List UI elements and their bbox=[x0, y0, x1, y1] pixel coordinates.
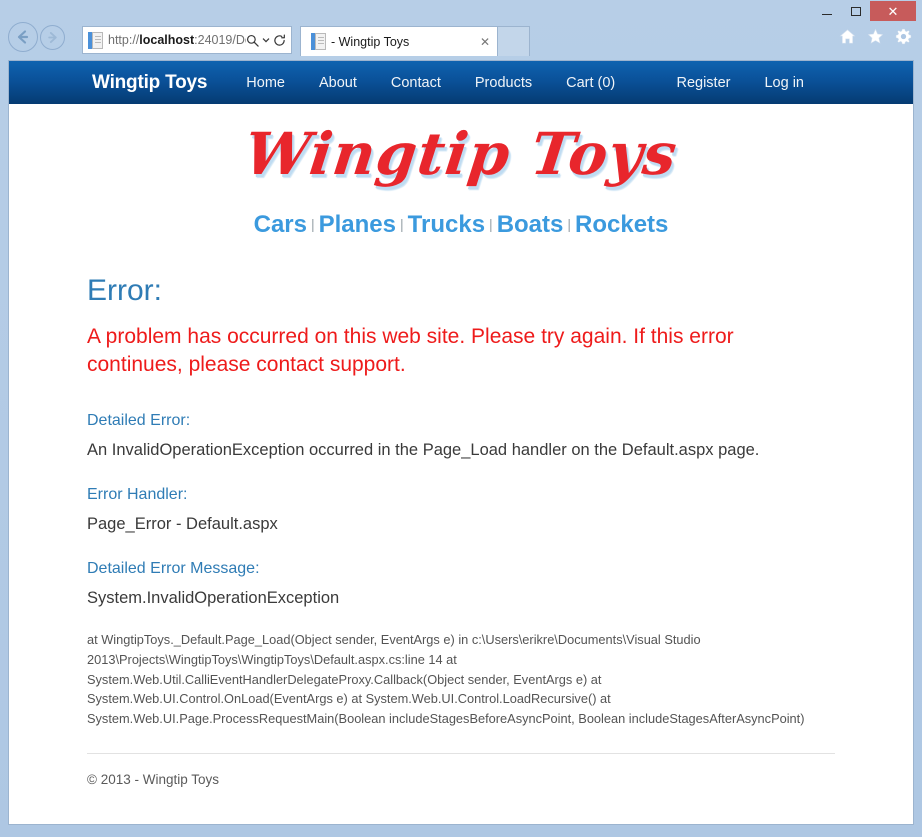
new-tab-button[interactable] bbox=[498, 26, 530, 56]
site-logo-container: Wingtip Toys bbox=[87, 104, 835, 188]
footer-copyright: © 2013 - Wingtip Toys bbox=[87, 772, 220, 788]
gear-icon[interactable] bbox=[895, 28, 912, 45]
refresh-icon[interactable] bbox=[273, 34, 286, 47]
footer-divider bbox=[87, 753, 835, 755]
browser-tab[interactable]: - Wingtip Toys ✕ bbox=[300, 26, 498, 56]
category-link-boats[interactable]: Boats bbox=[497, 211, 564, 238]
tab-strip: - Wingtip Toys ✕ bbox=[300, 26, 530, 56]
forward-button[interactable] bbox=[40, 24, 65, 50]
site-logo[interactable]: Wingtip Toys bbox=[241, 120, 681, 188]
error-handler-text: Page_Error - Default.aspx bbox=[87, 515, 278, 534]
url-suffix: :24019/De bbox=[194, 33, 246, 47]
home-icon[interactable] bbox=[839, 28, 856, 45]
category-separator: | bbox=[489, 215, 493, 232]
address-bar[interactable]: http://localhost:24019/De bbox=[82, 26, 292, 54]
detailed-error-message-label: Detailed Error Message: bbox=[87, 559, 260, 577]
title-bar: ✕ bbox=[0, 0, 922, 22]
maximize-icon bbox=[850, 6, 861, 16]
category-separator: | bbox=[567, 215, 572, 232]
window-controls: ✕ bbox=[812, 1, 916, 21]
page-viewport: Wingtip Toys Home About Contact Products… bbox=[8, 60, 914, 825]
error-message: A problem has occurred on this web site.… bbox=[87, 324, 734, 376]
close-icon: ✕ bbox=[887, 3, 899, 19]
detailed-error-message-text: System.InvalidOperationException bbox=[87, 588, 340, 607]
chevron-down-icon[interactable] bbox=[262, 36, 270, 44]
minimize-button[interactable] bbox=[812, 1, 841, 21]
tab-close-icon[interactable]: ✕ bbox=[477, 35, 493, 49]
site-nav-account-links: Register Log in bbox=[659, 75, 821, 91]
site-brand[interactable]: Wingtip Toys bbox=[92, 72, 207, 94]
tab-page-icon bbox=[311, 33, 326, 50]
back-arrow-icon bbox=[14, 28, 32, 46]
category-link-cars[interactable]: Cars bbox=[254, 211, 307, 238]
back-button[interactable] bbox=[8, 22, 38, 52]
detailed-error-text: An InvalidOperationException occurred in… bbox=[87, 441, 760, 460]
close-button[interactable]: ✕ bbox=[870, 1, 916, 21]
nav-item-cart[interactable]: Cart (0) bbox=[549, 75, 632, 91]
nav-item-about[interactable]: About bbox=[302, 75, 374, 91]
category-link-rockets[interactable]: Rockets bbox=[575, 211, 668, 238]
url-host: localhost bbox=[139, 33, 195, 47]
detailed-error-label: Detailed Error: bbox=[87, 412, 191, 430]
star-icon[interactable] bbox=[867, 28, 884, 45]
browser-chrome-icons bbox=[839, 28, 912, 45]
site-nav-links: Home About Contact Products Cart (0) bbox=[229, 75, 632, 91]
error-handler-label: Error Handler: bbox=[87, 486, 188, 504]
nav-item-login[interactable]: Log in bbox=[747, 75, 821, 91]
category-separator: | bbox=[310, 215, 315, 232]
category-separator: | bbox=[400, 215, 404, 232]
category-links: Cars | Planes | Trucks | Boats | Rockets bbox=[87, 185, 835, 243]
url-prefix: http:// bbox=[108, 33, 140, 47]
search-icon[interactable] bbox=[246, 34, 259, 47]
page-icon bbox=[88, 31, 103, 49]
error-title: Error: bbox=[87, 273, 162, 307]
nav-item-contact[interactable]: Contact bbox=[374, 75, 458, 91]
nav-item-register[interactable]: Register bbox=[659, 75, 747, 91]
page-content: Wingtip Toys Cars | Planes | Trucks | Boats | Ro… bbox=[9, 104, 913, 787]
browser-window: ✕ http://localhost:24019/D - Wingtip Toy… bbox=[0, 0, 922, 837]
maximize-button[interactable] bbox=[841, 1, 870, 21]
tab-title: - Wingtip Toys bbox=[331, 34, 410, 49]
nav-item-home[interactable]: Home bbox=[229, 75, 302, 91]
address-bar-url[interactable]: http://localhost:24019/De bbox=[108, 33, 246, 47]
category-link-trucks[interactable]: Trucks bbox=[408, 211, 485, 238]
minimize-icon bbox=[821, 13, 832, 15]
address-bar-icons bbox=[246, 34, 288, 47]
stack-trace: at WingtipToys._Default.Page_Load(Object… bbox=[87, 631, 805, 727]
category-link-planes[interactable]: Planes bbox=[319, 211, 396, 238]
site-navbar: Wingtip Toys Home About Contact Products… bbox=[9, 61, 913, 104]
navigation-arrows bbox=[8, 22, 65, 52]
nav-item-products[interactable]: Products bbox=[458, 75, 549, 91]
forward-arrow-icon bbox=[45, 30, 60, 45]
